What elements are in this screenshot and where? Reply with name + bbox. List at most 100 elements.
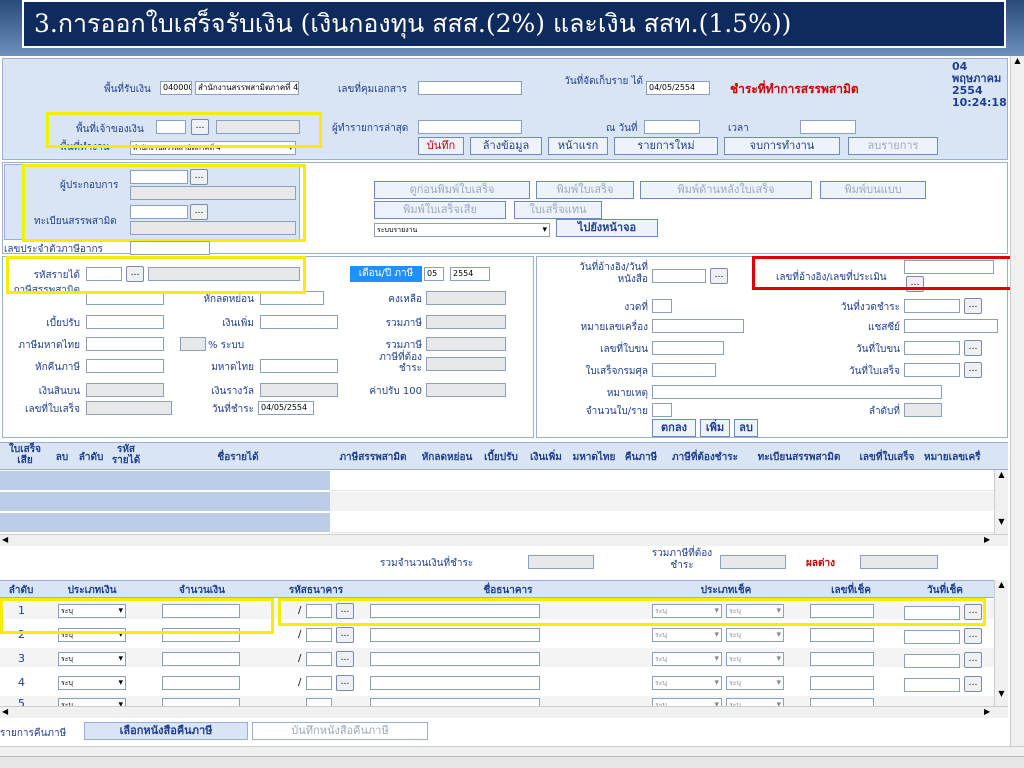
scroll-up-icon[interactable]: ▲ bbox=[1011, 56, 1024, 65]
pay-bank-code-input[interactable] bbox=[306, 676, 332, 690]
delete-button[interactable]: ลบ bbox=[734, 419, 758, 437]
table-row[interactable] bbox=[0, 492, 330, 512]
ref-date-picker-button[interactable]: … bbox=[710, 268, 728, 284]
add-button[interactable]: เพิ่ม bbox=[700, 419, 730, 437]
paydate-input[interactable]: 04/05/2554 bbox=[258, 401, 314, 415]
license-date-input[interactable] bbox=[904, 341, 960, 355]
pay-cheque-type-a-select[interactable]: ระบุ bbox=[652, 628, 722, 642]
ref-date-input[interactable] bbox=[652, 269, 706, 283]
pay-cheque-type-a-select[interactable]: ระบุ bbox=[652, 698, 722, 706]
pay-bank-name-input[interactable] bbox=[370, 676, 540, 690]
pay-bank-code-input[interactable] bbox=[306, 698, 332, 706]
ok-button[interactable]: ตกลง bbox=[652, 419, 696, 437]
table-row[interactable] bbox=[0, 471, 330, 491]
grid-vertical-scrollbar[interactable]: ▲ ▼ bbox=[994, 470, 1008, 534]
scroll-right-icon[interactable]: ▶ bbox=[984, 707, 990, 716]
pay-cheque-date-input[interactable] bbox=[904, 654, 960, 668]
table-row[interactable] bbox=[330, 471, 994, 491]
mahadthai-input[interactable] bbox=[260, 359, 338, 373]
pay-bank-name-input[interactable] bbox=[370, 628, 540, 642]
receipt-date-input[interactable] bbox=[904, 363, 960, 377]
pay-cheque-no-input[interactable] bbox=[810, 628, 874, 642]
interior-tax-input[interactable] bbox=[86, 337, 164, 351]
pay-bank-lookup-button[interactable]: … bbox=[336, 675, 354, 691]
period-date-input[interactable] bbox=[904, 299, 960, 313]
window-horizontal-scrollbar[interactable] bbox=[0, 746, 1024, 756]
pay-bank-lookup-button[interactable]: … bbox=[336, 627, 354, 643]
report-select[interactable]: ระบบรายงาน bbox=[374, 223, 550, 237]
period-date-picker-button[interactable]: … bbox=[964, 298, 982, 314]
pay-cheque-type-b-select[interactable]: ระบุ bbox=[726, 652, 784, 666]
print-form-button[interactable]: พิมพ์บนแบบ bbox=[820, 181, 926, 199]
scroll-up-icon[interactable]: ▲ bbox=[995, 580, 1008, 589]
pay-bank-code-input[interactable] bbox=[306, 652, 332, 666]
payment-vertical-scrollbar[interactable]: ▲ ▼ bbox=[994, 580, 1008, 706]
period-input[interactable] bbox=[652, 299, 672, 313]
pay-cheque-date-picker-button[interactable]: … bbox=[964, 628, 982, 644]
penalty-input[interactable] bbox=[86, 315, 164, 329]
print-receipt-button[interactable]: พิมพ์ใบเสร็จ bbox=[536, 181, 634, 199]
new-item-button[interactable]: รายการใหม่ bbox=[614, 137, 718, 155]
refund-input[interactable] bbox=[86, 359, 164, 373]
license-no-input[interactable] bbox=[652, 341, 724, 355]
pay-cheque-no-input[interactable] bbox=[810, 676, 874, 690]
table-row[interactable] bbox=[0, 513, 330, 533]
table-row[interactable]: 5 ระบุ ระบุ ระบุ bbox=[0, 696, 994, 706]
pay-bank-name-input[interactable] bbox=[370, 698, 540, 706]
tax-year-input[interactable]: 2554 bbox=[450, 267, 490, 281]
scroll-left-icon[interactable]: ◀ bbox=[2, 535, 8, 544]
payment-horizontal-scrollbar[interactable]: ◀ ▶ bbox=[0, 706, 1008, 718]
scroll-down-icon[interactable]: ▼ bbox=[995, 689, 1008, 698]
end-work-button[interactable]: จบการทำงาน bbox=[724, 137, 840, 155]
print-back-button[interactable]: พิมพ์ด้านหลังใบเสร็จ bbox=[640, 181, 812, 199]
control-doc-input[interactable] bbox=[418, 81, 522, 95]
table-row[interactable] bbox=[330, 492, 994, 512]
pay-cheque-type-b-select[interactable]: ระบุ bbox=[726, 676, 784, 690]
area-receive-name[interactable]: สำนักงานสรรพสามิตภาคที่ 4 bbox=[195, 81, 299, 95]
collect-date-input[interactable]: 04/05/2554 bbox=[646, 81, 710, 95]
pay-cheque-no-input[interactable] bbox=[810, 698, 874, 706]
machine-no-input[interactable] bbox=[652, 319, 744, 333]
scroll-left-icon[interactable]: ◀ bbox=[2, 707, 8, 716]
window-vertical-scrollbar[interactable]: ▲ bbox=[1010, 56, 1024, 746]
scroll-up-icon[interactable]: ▲ bbox=[995, 470, 1008, 479]
preview-receipt-button[interactable]: ดูก่อนพิมพ์ใบเสร็จ bbox=[374, 181, 530, 199]
pay-amount-input[interactable] bbox=[162, 698, 240, 706]
pay-cheque-type-a-select[interactable]: ระบุ bbox=[652, 676, 722, 690]
pay-cheque-type-b-select[interactable]: ระบุ bbox=[726, 628, 784, 642]
replace-receipt-button[interactable]: ใบเสร็จแทน bbox=[514, 201, 602, 219]
remark-input[interactable] bbox=[652, 385, 942, 399]
pay-cheque-date-picker-button[interactable]: … bbox=[964, 652, 982, 668]
clear-button[interactable]: ล้างข้อมูล bbox=[470, 137, 542, 155]
pay-type-select[interactable]: ระบุ bbox=[58, 676, 126, 690]
pay-cheque-type-a-select[interactable]: ระบุ bbox=[652, 652, 722, 666]
pay-cheque-type-b-select[interactable]: ระบุ bbox=[726, 698, 784, 706]
area-receive-code[interactable]: 040000 bbox=[160, 81, 192, 95]
license-date-picker-button[interactable]: … bbox=[964, 340, 982, 356]
pay-cheque-date-picker-button[interactable]: … bbox=[964, 676, 982, 692]
delete-item-button[interactable]: ลบรายการ bbox=[848, 137, 938, 155]
pay-cheque-no-input[interactable] bbox=[810, 652, 874, 666]
qty-input[interactable] bbox=[652, 403, 672, 417]
pay-cheque-date-input[interactable] bbox=[904, 630, 960, 644]
scroll-down-icon[interactable]: ▼ bbox=[995, 517, 1008, 526]
pay-type-select[interactable]: ระบุ bbox=[58, 652, 126, 666]
pay-cheque-date-input[interactable] bbox=[904, 678, 960, 692]
goto-page-button[interactable]: ไปยังหน้าจอ bbox=[556, 219, 658, 237]
pay-bank-name-input[interactable] bbox=[370, 652, 540, 666]
grid-horizontal-scrollbar[interactable]: ◀ ▶ bbox=[0, 534, 1008, 546]
save-button[interactable]: บันทึก bbox=[418, 137, 464, 155]
pay-amount-input[interactable] bbox=[162, 652, 240, 666]
pay-bank-code-input[interactable] bbox=[306, 628, 332, 642]
receipt-date-picker-button[interactable]: … bbox=[964, 362, 982, 378]
surcharge-input[interactable] bbox=[260, 315, 338, 329]
tab-select-refund-letter[interactable]: เลือกหนังสือคืนภาษี bbox=[84, 722, 248, 740]
scroll-right-icon[interactable]: ▶ bbox=[984, 535, 990, 544]
home-button[interactable]: หน้าแรก bbox=[548, 137, 608, 155]
pay-type-select[interactable]: ระบุ bbox=[58, 698, 126, 706]
print-void-button[interactable]: พิมพ์ใบเสร็จเสีย bbox=[374, 201, 506, 219]
table-row[interactable] bbox=[330, 513, 994, 533]
pay-bank-lookup-button[interactable]: … bbox=[336, 651, 354, 667]
customs-receipt-input[interactable] bbox=[652, 363, 716, 377]
tax-month-input[interactable]: 05 bbox=[424, 267, 444, 281]
